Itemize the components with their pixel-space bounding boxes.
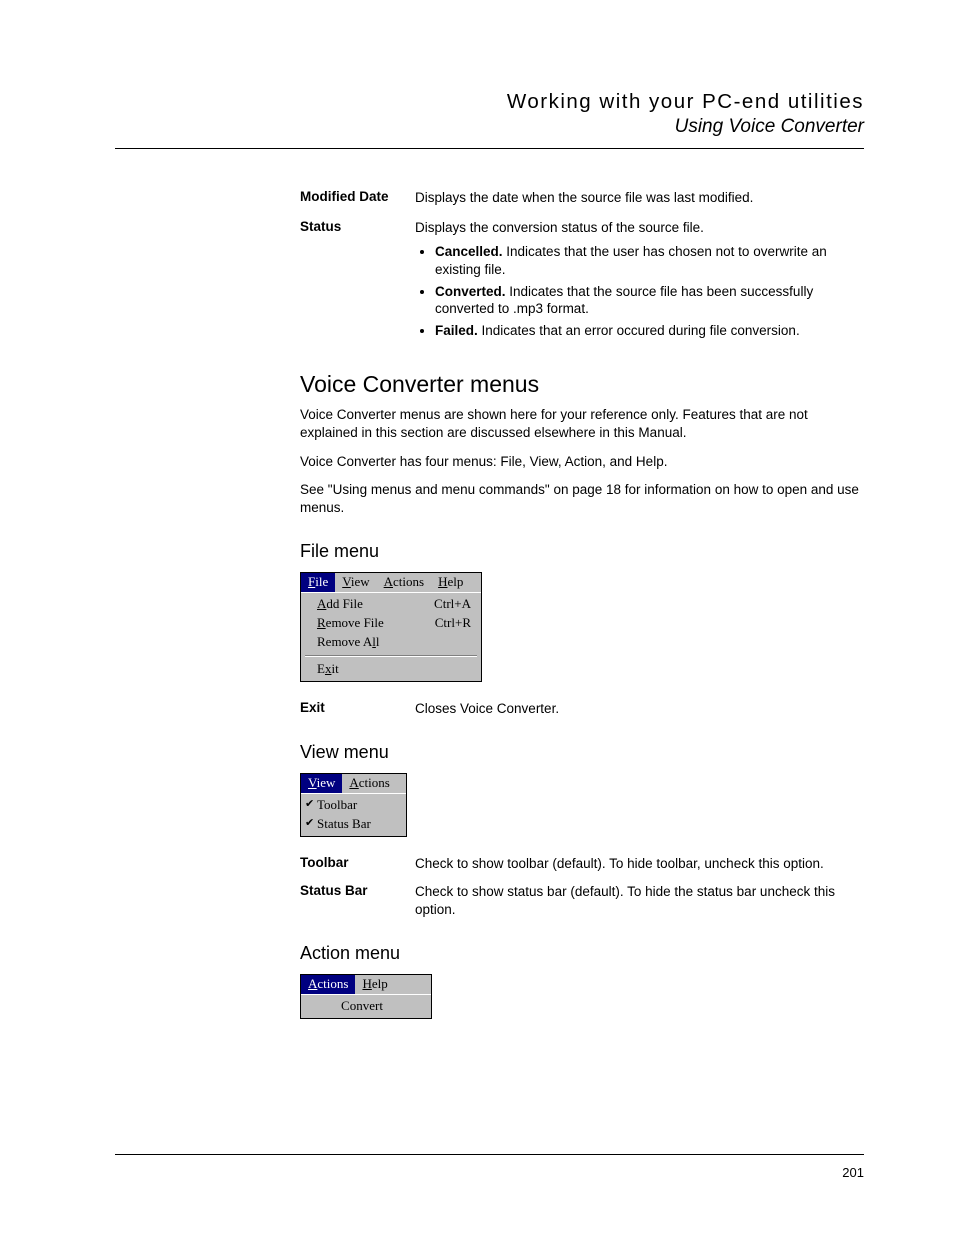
status-list: Cancelled. Indicates that the user has c… — [415, 243, 864, 339]
file-menu-remove-file[interactable]: Remove File Ctrl+R — [303, 614, 479, 633]
heading-file-menu: File menu — [300, 541, 864, 562]
file-menu-remove-all[interactable]: Remove All — [303, 633, 479, 652]
footer-rule — [115, 1154, 864, 1155]
definition-exit: Exit Closes Voice Converter. — [300, 700, 864, 718]
action-menu-screenshot: Actions Help Convert — [300, 974, 432, 1019]
menubar-help[interactable]: Help — [431, 573, 470, 592]
status-intro: Displays the conversion status of the so… — [415, 220, 704, 235]
file-menu-bar: File View Actions Help — [301, 573, 481, 592]
term-status: Status — [300, 219, 415, 343]
term-modified-date: Modified Date — [300, 189, 415, 207]
status-failed-label: Failed. — [435, 323, 478, 338]
action-menu-dropdown: Convert — [301, 994, 431, 1018]
definition-status: Status Displays the conversion status of… — [300, 219, 864, 343]
action-menu-bar: Actions Help — [301, 975, 431, 994]
desc-status: Displays the conversion status of the so… — [415, 219, 864, 343]
status-item-failed: Failed. Indicates that an error occured … — [435, 322, 864, 340]
desc-modified-date: Displays the date when the source file w… — [415, 189, 864, 207]
menubar-actions[interactable]: Actions — [377, 573, 431, 592]
status-item-converted: Converted. Indicates that the source fil… — [435, 283, 864, 318]
menubar-file-active[interactable]: File — [301, 573, 335, 592]
view-menu-statusbar[interactable]: Status Bar — [303, 815, 404, 834]
status-cancelled-label: Cancelled. — [435, 244, 503, 259]
heading-voice-converter-menus: Voice Converter menus — [300, 371, 864, 398]
header-rule — [115, 148, 864, 149]
definition-statusbar: Status Bar Check to show status bar (def… — [300, 883, 864, 919]
status-item-cancelled: Cancelled. Indicates that the user has c… — [435, 243, 864, 278]
desc-statusbar: Check to show status bar (default). To h… — [415, 883, 864, 919]
file-menu-separator — [305, 655, 477, 657]
definition-toolbar: Toolbar Check to show toolbar (default).… — [300, 855, 864, 873]
view-menu-toolbar[interactable]: Toolbar — [303, 796, 404, 815]
para-intro-3: See "Using menus and menu commands" on p… — [300, 481, 864, 517]
file-menu-add-shortcut: Ctrl+A — [434, 596, 471, 613]
file-menu-add-file[interactable]: Add File Ctrl+A — [303, 595, 479, 614]
file-menu-dropdown: Add File Ctrl+A Remove File Ctrl+R Remov… — [301, 592, 481, 681]
page-number: 201 — [842, 1165, 864, 1180]
menubar-actions-2[interactable]: Actions — [342, 774, 396, 793]
file-menu-remove-shortcut: Ctrl+R — [435, 615, 471, 632]
menubar-view[interactable]: View — [335, 573, 376, 592]
status-failed-text: Indicates that an error occured during f… — [478, 323, 800, 338]
heading-action-menu: Action menu — [300, 943, 864, 964]
view-menu-screenshot: View Actions Toolbar Status Bar — [300, 773, 407, 837]
menubar-help-2[interactable]: Help — [355, 975, 394, 994]
para-intro-2: Voice Converter has four menus: File, Vi… — [300, 453, 864, 471]
header-section: Using Voice Converter — [290, 116, 864, 138]
file-menu-screenshot: File View Actions Help Add File Ctrl+A R… — [300, 572, 482, 681]
action-menu-convert[interactable]: Convert — [303, 997, 429, 1016]
definition-modified-date: Modified Date Displays the date when the… — [300, 189, 864, 207]
desc-exit: Closes Voice Converter. — [415, 700, 864, 718]
menubar-view-active[interactable]: View — [301, 774, 342, 793]
desc-toolbar: Check to show toolbar (default). To hide… — [415, 855, 864, 873]
menubar-actions-active[interactable]: Actions — [301, 975, 355, 994]
file-menu-exit[interactable]: Exit — [303, 660, 479, 679]
header-chapter: Working with your PC-end utilities — [290, 90, 864, 114]
term-exit: Exit — [300, 700, 415, 718]
term-statusbar: Status Bar — [300, 883, 415, 919]
view-menu-dropdown: Toolbar Status Bar — [301, 793, 406, 836]
view-menu-bar: View Actions — [301, 774, 406, 793]
heading-view-menu: View menu — [300, 742, 864, 763]
para-intro-1: Voice Converter menus are shown here for… — [300, 406, 864, 442]
term-toolbar: Toolbar — [300, 855, 415, 873]
status-converted-label: Converted. — [435, 284, 506, 299]
